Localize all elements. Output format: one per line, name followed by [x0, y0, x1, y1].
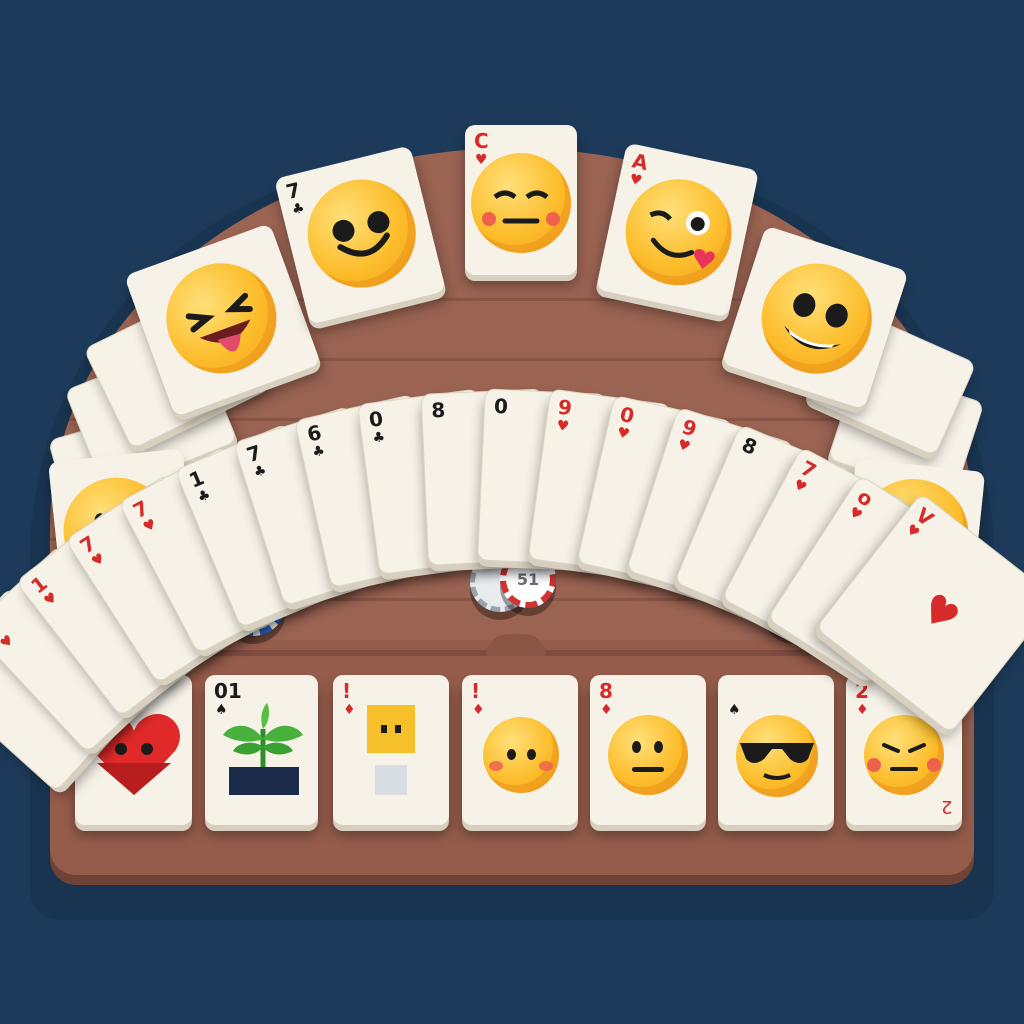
sunglasses-face-icon [736, 715, 818, 797]
potted-plant-icon [223, 703, 303, 795]
card-game-table: ♣ 7 ♣ C ♥ A [0, 0, 1024, 1024]
hand-card-robot[interactable]: ! ♦ [333, 675, 449, 825]
heart-suit-icon: ♥ [910, 583, 968, 643]
blushing-neutral-face-icon [471, 153, 571, 253]
block-robot-icon [367, 705, 415, 795]
card-suit: ♥ [845, 503, 865, 525]
neutral-face-icon [608, 715, 688, 795]
card-rank: 0 [493, 393, 509, 419]
tray-notch [486, 634, 546, 656]
arc-card[interactable]: C ♥ [465, 125, 577, 275]
happy-smile-face-icon [296, 168, 428, 300]
hand-card-neutral[interactable]: 8 ♦ [590, 675, 706, 825]
hand-card-sunglasses[interactable]: ♠ [718, 675, 834, 825]
card-rank: 6 [304, 420, 324, 448]
card-suit: ♥ [140, 516, 160, 537]
card-suit: ♥ [554, 417, 570, 436]
card-rank: 8 [430, 397, 446, 422]
laughing-tongue-face-icon [150, 247, 292, 389]
card-suit: ♣ [251, 462, 269, 482]
card-suit: ♣ [195, 487, 213, 507]
card-suit: ♥ [0, 632, 17, 653]
winking-heart-face-icon [615, 169, 742, 296]
hand-card-blush[interactable]: ! ♦ [462, 675, 578, 825]
card-suit: ♥ [41, 589, 61, 610]
card-rank: 8 [738, 432, 761, 460]
card-rank: 0 [617, 401, 637, 429]
card-suit: ♥ [790, 476, 810, 497]
card-rank: 9 [678, 414, 700, 442]
card-suit: ♣ [310, 443, 327, 462]
card-rank: 9 [555, 394, 573, 421]
card-rank: 0 [367, 406, 385, 432]
card-suit: ♥ [615, 424, 632, 443]
hand-card-plant[interactable]: 01 ♠ [205, 675, 318, 825]
squinting-face-icon [864, 715, 944, 795]
blushing-face-icon [483, 717, 559, 793]
card-suit: ♥ [675, 436, 693, 456]
card-suit: ♥ [89, 550, 109, 571]
grinning-teeth-face-icon [747, 249, 887, 388]
card-suit: ♣ [371, 428, 386, 447]
